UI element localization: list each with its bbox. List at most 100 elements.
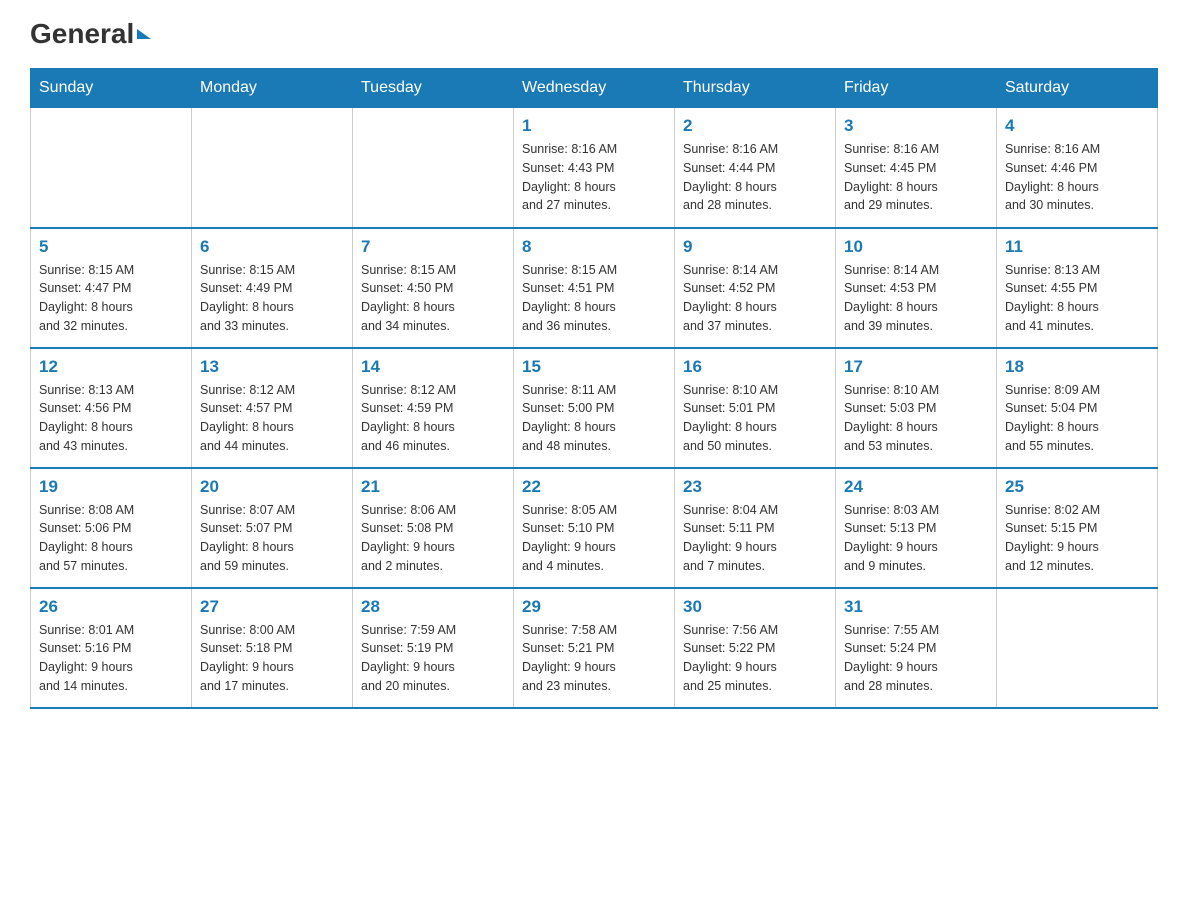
day-info: Sunrise: 8:02 AM Sunset: 5:15 PM Dayligh… <box>1005 501 1149 576</box>
calendar-day-cell: 27 Sunrise: 8:00 AM Sunset: 5:18 PM Dayli… <box>192 588 353 708</box>
calendar-day-cell: 3 Sunrise: 8:16 AM Sunset: 4:45 PM Daylig… <box>836 108 997 228</box>
calendar-day-cell: 29 Sunrise: 7:58 AM Sunset: 5:21 PM Dayli… <box>514 588 675 708</box>
calendar-day-cell: 9 Sunrise: 8:14 AM Sunset: 4:52 PM Daylig… <box>675 228 836 348</box>
day-number: 29 <box>522 597 666 617</box>
logo: General <box>30 20 151 48</box>
logo-general-text: General <box>30 20 151 48</box>
day-info: Sunrise: 8:16 AM Sunset: 4:45 PM Dayligh… <box>844 140 988 215</box>
day-number: 10 <box>844 237 988 257</box>
calendar-day-cell: 25Sunrise: 8:02 AM Sunset: 5:15 PM Dayli… <box>997 468 1158 588</box>
day-info: Sunrise: 8:03 AM Sunset: 5:13 PM Dayligh… <box>844 501 988 576</box>
day-of-week-header: Thursday <box>675 69 836 108</box>
calendar-day-cell: 20 Sunrise: 8:07 AM Sunset: 5:07 PM Dayli… <box>192 468 353 588</box>
day-info: Sunrise: 8:11 AM Sunset: 5:00 PM Dayligh… <box>522 381 666 456</box>
day-info: Sunrise: 8:10 AM Sunset: 5:03 PM Dayligh… <box>844 381 988 456</box>
calendar-day-cell: 21 Sunrise: 8:06 AM Sunset: 5:08 PM Dayli… <box>353 468 514 588</box>
day-number: 13 <box>200 357 344 377</box>
calendar-week-row: 5Sunrise: 8:15 AM Sunset: 4:47 PM Daylig… <box>31 228 1158 348</box>
calendar-week-row: 1Sunrise: 8:16 AM Sunset: 4:43 PM Daylig… <box>31 108 1158 228</box>
calendar-day-cell: 6 Sunrise: 8:15 AM Sunset: 4:49 PM Daylig… <box>192 228 353 348</box>
calendar-day-cell: 22 Sunrise: 8:05 AM Sunset: 5:10 PM Dayli… <box>514 468 675 588</box>
calendar-day-cell: 15Sunrise: 8:11 AM Sunset: 5:00 PM Dayli… <box>514 348 675 468</box>
day-number: 28 <box>361 597 505 617</box>
day-info: Sunrise: 8:15 AM Sunset: 4:49 PM Dayligh… <box>200 261 344 336</box>
day-info: Sunrise: 8:04 AM Sunset: 5:11 PM Dayligh… <box>683 501 827 576</box>
day-number: 26 <box>39 597 183 617</box>
day-info: Sunrise: 8:00 AM Sunset: 5:18 PM Dayligh… <box>200 621 344 696</box>
day-number: 30 <box>683 597 827 617</box>
day-info: Sunrise: 8:15 AM Sunset: 4:47 PM Dayligh… <box>39 261 183 336</box>
day-info: Sunrise: 8:07 AM Sunset: 5:07 PM Dayligh… <box>200 501 344 576</box>
day-of-week-header: Friday <box>836 69 997 108</box>
day-info: Sunrise: 8:15 AM Sunset: 4:51 PM Dayligh… <box>522 261 666 336</box>
day-of-week-header: Monday <box>192 69 353 108</box>
day-number: 4 <box>1005 116 1149 136</box>
calendar-day-cell: 31Sunrise: 7:55 AM Sunset: 5:24 PM Dayli… <box>836 588 997 708</box>
day-number: 12 <box>39 357 183 377</box>
day-number: 22 <box>522 477 666 497</box>
calendar-day-cell <box>192 108 353 228</box>
calendar-day-cell: 12 Sunrise: 8:13 AM Sunset: 4:56 PM Dayli… <box>31 348 192 468</box>
day-info: Sunrise: 8:06 AM Sunset: 5:08 PM Dayligh… <box>361 501 505 576</box>
day-info: Sunrise: 8:09 AM Sunset: 5:04 PM Dayligh… <box>1005 381 1149 456</box>
day-number: 6 <box>200 237 344 257</box>
day-number: 3 <box>844 116 988 136</box>
day-info: Sunrise: 8:15 AM Sunset: 4:50 PM Dayligh… <box>361 261 505 336</box>
calendar-week-row: 26 Sunrise: 8:01 AM Sunset: 5:16 PM Dayli… <box>31 588 1158 708</box>
day-info: Sunrise: 8:13 AM Sunset: 4:56 PM Dayligh… <box>39 381 183 456</box>
calendar-day-cell: 8 Sunrise: 8:15 AM Sunset: 4:51 PM Daylig… <box>514 228 675 348</box>
calendar-day-cell: 17 Sunrise: 8:10 AM Sunset: 5:03 PM Dayli… <box>836 348 997 468</box>
day-number: 7 <box>361 237 505 257</box>
day-of-week-header: Wednesday <box>514 69 675 108</box>
day-number: 24 <box>844 477 988 497</box>
day-number: 18 <box>1005 357 1149 377</box>
calendar-day-cell: 7 Sunrise: 8:15 AM Sunset: 4:50 PM Daylig… <box>353 228 514 348</box>
day-info: Sunrise: 8:12 AM Sunset: 4:57 PM Dayligh… <box>200 381 344 456</box>
day-info: Sunrise: 8:14 AM Sunset: 4:53 PM Dayligh… <box>844 261 988 336</box>
day-of-week-header: Saturday <box>997 69 1158 108</box>
day-info: Sunrise: 7:59 AM Sunset: 5:19 PM Dayligh… <box>361 621 505 696</box>
calendar-week-row: 19 Sunrise: 8:08 AM Sunset: 5:06 PM Dayli… <box>31 468 1158 588</box>
calendar-day-cell: 26 Sunrise: 8:01 AM Sunset: 5:16 PM Dayli… <box>31 588 192 708</box>
day-number: 23 <box>683 477 827 497</box>
day-number: 9 <box>683 237 827 257</box>
calendar-week-row: 12 Sunrise: 8:13 AM Sunset: 4:56 PM Dayli… <box>31 348 1158 468</box>
day-info: Sunrise: 7:56 AM Sunset: 5:22 PM Dayligh… <box>683 621 827 696</box>
day-info: Sunrise: 8:08 AM Sunset: 5:06 PM Dayligh… <box>39 501 183 576</box>
day-info: Sunrise: 8:01 AM Sunset: 5:16 PM Dayligh… <box>39 621 183 696</box>
calendar-day-cell: 5Sunrise: 8:15 AM Sunset: 4:47 PM Daylig… <box>31 228 192 348</box>
day-info: Sunrise: 7:55 AM Sunset: 5:24 PM Dayligh… <box>844 621 988 696</box>
calendar-day-cell: 13 Sunrise: 8:12 AM Sunset: 4:57 PM Dayli… <box>192 348 353 468</box>
calendar-day-cell: 10 Sunrise: 8:14 AM Sunset: 4:53 PM Dayli… <box>836 228 997 348</box>
calendar-day-cell: 18 Sunrise: 8:09 AM Sunset: 5:04 PM Dayli… <box>997 348 1158 468</box>
day-info: Sunrise: 8:16 AM Sunset: 4:46 PM Dayligh… <box>1005 140 1149 215</box>
calendar-day-cell: 14Sunrise: 8:12 AM Sunset: 4:59 PM Dayli… <box>353 348 514 468</box>
day-number: 20 <box>200 477 344 497</box>
calendar-day-cell: 30 Sunrise: 7:56 AM Sunset: 5:22 PM Dayli… <box>675 588 836 708</box>
calendar-day-cell <box>353 108 514 228</box>
calendar-day-cell <box>997 588 1158 708</box>
day-number: 14 <box>361 357 505 377</box>
day-number: 8 <box>522 237 666 257</box>
calendar-day-cell: 2Sunrise: 8:16 AM Sunset: 4:44 PM Daylig… <box>675 108 836 228</box>
day-number: 19 <box>39 477 183 497</box>
day-info: Sunrise: 8:05 AM Sunset: 5:10 PM Dayligh… <box>522 501 666 576</box>
day-info: Sunrise: 8:13 AM Sunset: 4:55 PM Dayligh… <box>1005 261 1149 336</box>
day-info: Sunrise: 8:10 AM Sunset: 5:01 PM Dayligh… <box>683 381 827 456</box>
calendar-day-cell: 28 Sunrise: 7:59 AM Sunset: 5:19 PM Dayli… <box>353 588 514 708</box>
calendar-day-cell: 16Sunrise: 8:10 AM Sunset: 5:01 PM Dayli… <box>675 348 836 468</box>
day-number: 1 <box>522 116 666 136</box>
day-of-week-header: Tuesday <box>353 69 514 108</box>
calendar-day-cell: 23 Sunrise: 8:04 AM Sunset: 5:11 PM Dayli… <box>675 468 836 588</box>
day-number: 21 <box>361 477 505 497</box>
day-number: 17 <box>844 357 988 377</box>
day-of-week-header: Sunday <box>31 69 192 108</box>
day-info: Sunrise: 8:14 AM Sunset: 4:52 PM Dayligh… <box>683 261 827 336</box>
day-info: Sunrise: 8:16 AM Sunset: 4:44 PM Dayligh… <box>683 140 827 215</box>
calendar-day-cell: 11 Sunrise: 8:13 AM Sunset: 4:55 PM Dayli… <box>997 228 1158 348</box>
day-number: 11 <box>1005 237 1149 257</box>
day-number: 27 <box>200 597 344 617</box>
day-info: Sunrise: 7:58 AM Sunset: 5:21 PM Dayligh… <box>522 621 666 696</box>
calendar-day-cell: 4 Sunrise: 8:16 AM Sunset: 4:46 PM Daylig… <box>997 108 1158 228</box>
calendar-header-row: SundayMondayTuesdayWednesdayThursdayFrid… <box>31 69 1158 108</box>
